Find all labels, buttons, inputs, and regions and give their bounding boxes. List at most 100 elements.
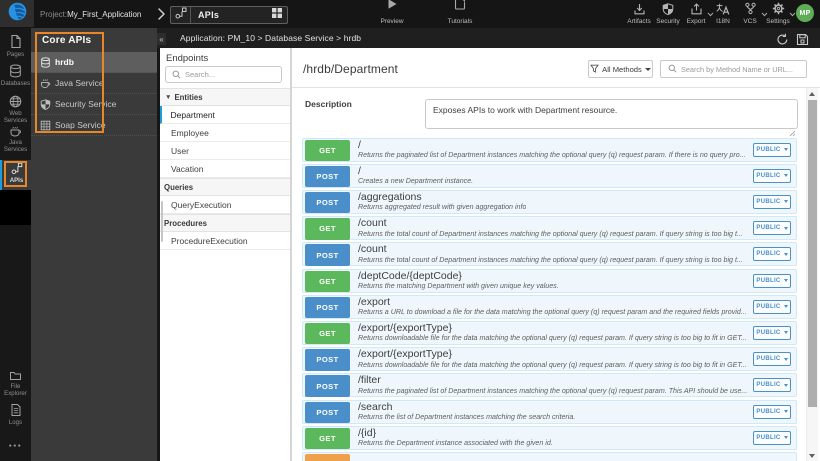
api-method-row[interactable]: GET / Returns the paginated list of Depa… bbox=[302, 137, 797, 162]
sidebar-item-databases[interactable]: Databases bbox=[0, 64, 31, 87]
access-dropdown[interactable]: PUBLIC bbox=[753, 430, 791, 445]
database-icon bbox=[9, 64, 22, 78]
sidebar-item-pages[interactable]: Pages bbox=[0, 34, 31, 58]
access-dropdown[interactable]: PUBLIC bbox=[753, 221, 791, 236]
coffee-icon bbox=[9, 125, 22, 137]
method-badge-get: GET bbox=[305, 322, 350, 345]
endpoint-item-user[interactable]: User bbox=[160, 142, 290, 160]
access-dropdown[interactable]: PUBLIC bbox=[753, 247, 791, 262]
rail-spacer bbox=[0, 190, 31, 225]
endpoints-scrollbar-thumb[interactable] bbox=[161, 201, 163, 242]
methods-filter-dropdown[interactable]: All Methods bbox=[588, 60, 653, 78]
endpoints-search-input[interactable]: Search... bbox=[165, 66, 282, 83]
access-dropdown[interactable]: PUBLIC bbox=[753, 273, 791, 288]
api-path: /export/{exportType} bbox=[358, 321, 452, 334]
access-dropdown[interactable]: PUBLIC bbox=[753, 142, 791, 157]
sidebar-item-label: Pages bbox=[6, 51, 25, 58]
scrollbar-down-button[interactable] bbox=[806, 450, 818, 461]
api-node-icon bbox=[171, 6, 191, 23]
access-label: PUBLIC bbox=[756, 277, 781, 284]
api-description: Returns the Department instance associat… bbox=[358, 439, 553, 448]
api-method-row[interactable]: POST /search Returns the list of Departm… bbox=[302, 399, 797, 424]
endpoints-section-queries[interactable]: Queries bbox=[160, 178, 290, 196]
caret-down-icon bbox=[783, 148, 788, 151]
resize-grip-icon[interactable] bbox=[789, 124, 796, 136]
resource-title: /hrdb/Department bbox=[303, 62, 398, 76]
download-icon bbox=[633, 2, 646, 15]
scrollbar-up-button[interactable] bbox=[806, 88, 818, 99]
api-path: /count bbox=[358, 217, 387, 230]
endpoint-item-department[interactable]: Department bbox=[160, 106, 290, 124]
access-label: PUBLIC bbox=[756, 329, 781, 336]
method-badge-get: GET bbox=[305, 139, 350, 161]
api-method-row[interactable]: POST /export/{exportType} Returns downlo… bbox=[302, 347, 797, 372]
access-dropdown[interactable]: PUBLIC bbox=[753, 325, 791, 340]
workspace-selector[interactable]: APIs bbox=[170, 5, 288, 24]
chevron-down-icon bbox=[789, 12, 796, 17]
logs-icon bbox=[10, 403, 22, 417]
settings-button[interactable]: Settings bbox=[761, 2, 796, 27]
api-method-row[interactable]: GET /export/{exportType} Returns downloa… bbox=[302, 320, 797, 345]
api-method-row[interactable]: GET /{id} Returns the Department instanc… bbox=[302, 425, 797, 450]
endpoints-search-placeholder: Search... bbox=[185, 70, 216, 79]
sidebar-item-java-services[interactable]: Java Services bbox=[0, 125, 31, 153]
page-icon bbox=[9, 34, 22, 49]
api-method-row[interactable]: POST /aggregations Returns aggregated re… bbox=[302, 189, 797, 214]
endpoints-section-procedures[interactable]: Procedures bbox=[160, 214, 290, 232]
access-dropdown[interactable]: PUBLIC bbox=[753, 299, 791, 314]
endpoint-item-vacation[interactable]: Vacation bbox=[160, 160, 290, 178]
endpoint-item-queryexecution[interactable]: QueryExecution bbox=[160, 196, 290, 214]
collapse-panel-button[interactable]: « bbox=[157, 33, 166, 45]
settings-label: Settings bbox=[766, 17, 790, 25]
api-description: Returns aggregated result with given agg… bbox=[358, 203, 527, 212]
project-breadcrumb: Project: My_First_Application bbox=[40, 0, 141, 28]
description-label: Description bbox=[305, 99, 352, 109]
access-label: PUBLIC bbox=[756, 434, 781, 441]
endpoint-item-employee[interactable]: Employee bbox=[160, 124, 290, 142]
api-method-row[interactable]: GET /count Returns the total count of De… bbox=[302, 216, 797, 241]
gear-icon bbox=[772, 2, 785, 15]
access-dropdown[interactable]: PUBLIC bbox=[753, 378, 791, 393]
method-badge-put: PUT bbox=[305, 453, 350, 461]
project-name: My_First_Application bbox=[67, 9, 142, 19]
api-description: Returns downloadable file for the data m… bbox=[358, 360, 747, 369]
api-method-row[interactable]: PUT bbox=[302, 451, 797, 461]
api-method-row[interactable]: GET /deptCode/{deptCode} Returns the mat… bbox=[302, 268, 797, 293]
rail-overflow-button[interactable]: ●●● bbox=[0, 443, 31, 449]
sidebar-item-web-services[interactable]: Web Services bbox=[0, 95, 31, 124]
api-description: Returns a URL to download a file for the… bbox=[358, 308, 747, 317]
access-dropdown[interactable]: PUBLIC bbox=[753, 168, 791, 183]
endpoint-item-procedureexecution[interactable]: ProcedureExecution bbox=[160, 232, 290, 250]
preview-button[interactable]: Preview bbox=[374, 0, 410, 27]
workspace-selector-label: APIs bbox=[198, 9, 220, 20]
user-avatar[interactable]: MP bbox=[796, 4, 814, 22]
core-apis-highlight bbox=[35, 32, 104, 133]
access-dropdown[interactable]: PUBLIC bbox=[753, 352, 791, 367]
api-method-row[interactable]: POST /export Returns a URL to download a… bbox=[302, 294, 797, 319]
access-label: PUBLIC bbox=[756, 408, 781, 415]
wavemaker-logo[interactable] bbox=[0, 0, 34, 27]
artifacts-label: Artifacts bbox=[627, 17, 651, 25]
method-search-input[interactable]: Search by Method Name or URL... bbox=[660, 60, 807, 78]
sidebar-item-file-explorer[interactable]: File Explorer bbox=[0, 370, 31, 397]
api-method-row[interactable]: POST /count Returns the total count of D… bbox=[302, 242, 797, 267]
caret-down-icon bbox=[783, 436, 788, 440]
export-label: Export bbox=[686, 17, 706, 25]
api-description: Returns the list of Department instances… bbox=[358, 413, 576, 421]
i18n-label: I18N bbox=[716, 17, 730, 25]
api-method-row[interactable]: POST /filter Returns the paginated list … bbox=[302, 373, 797, 398]
endpoints-section-entities[interactable]: ▼ Entities bbox=[160, 88, 290, 106]
grid-menu-icon[interactable] bbox=[271, 6, 287, 24]
access-label: PUBLIC bbox=[756, 303, 781, 310]
sidebar-item-logs[interactable]: Logs bbox=[0, 403, 31, 426]
access-dropdown[interactable]: PUBLIC bbox=[753, 194, 791, 209]
access-dropdown[interactable]: PUBLIC bbox=[753, 404, 791, 419]
api-method-row[interactable]: POST / Creates a new Department instance… bbox=[302, 163, 797, 188]
method-badge-post: POST bbox=[305, 296, 350, 319]
api-path: / bbox=[358, 138, 361, 151]
access-label: PUBLIC bbox=[756, 146, 781, 153]
scrollbar-thumb[interactable] bbox=[808, 100, 817, 407]
caret-down-icon bbox=[783, 383, 788, 387]
tutorials-button[interactable]: Tutorials bbox=[442, 0, 478, 27]
book-icon bbox=[454, 0, 466, 15]
